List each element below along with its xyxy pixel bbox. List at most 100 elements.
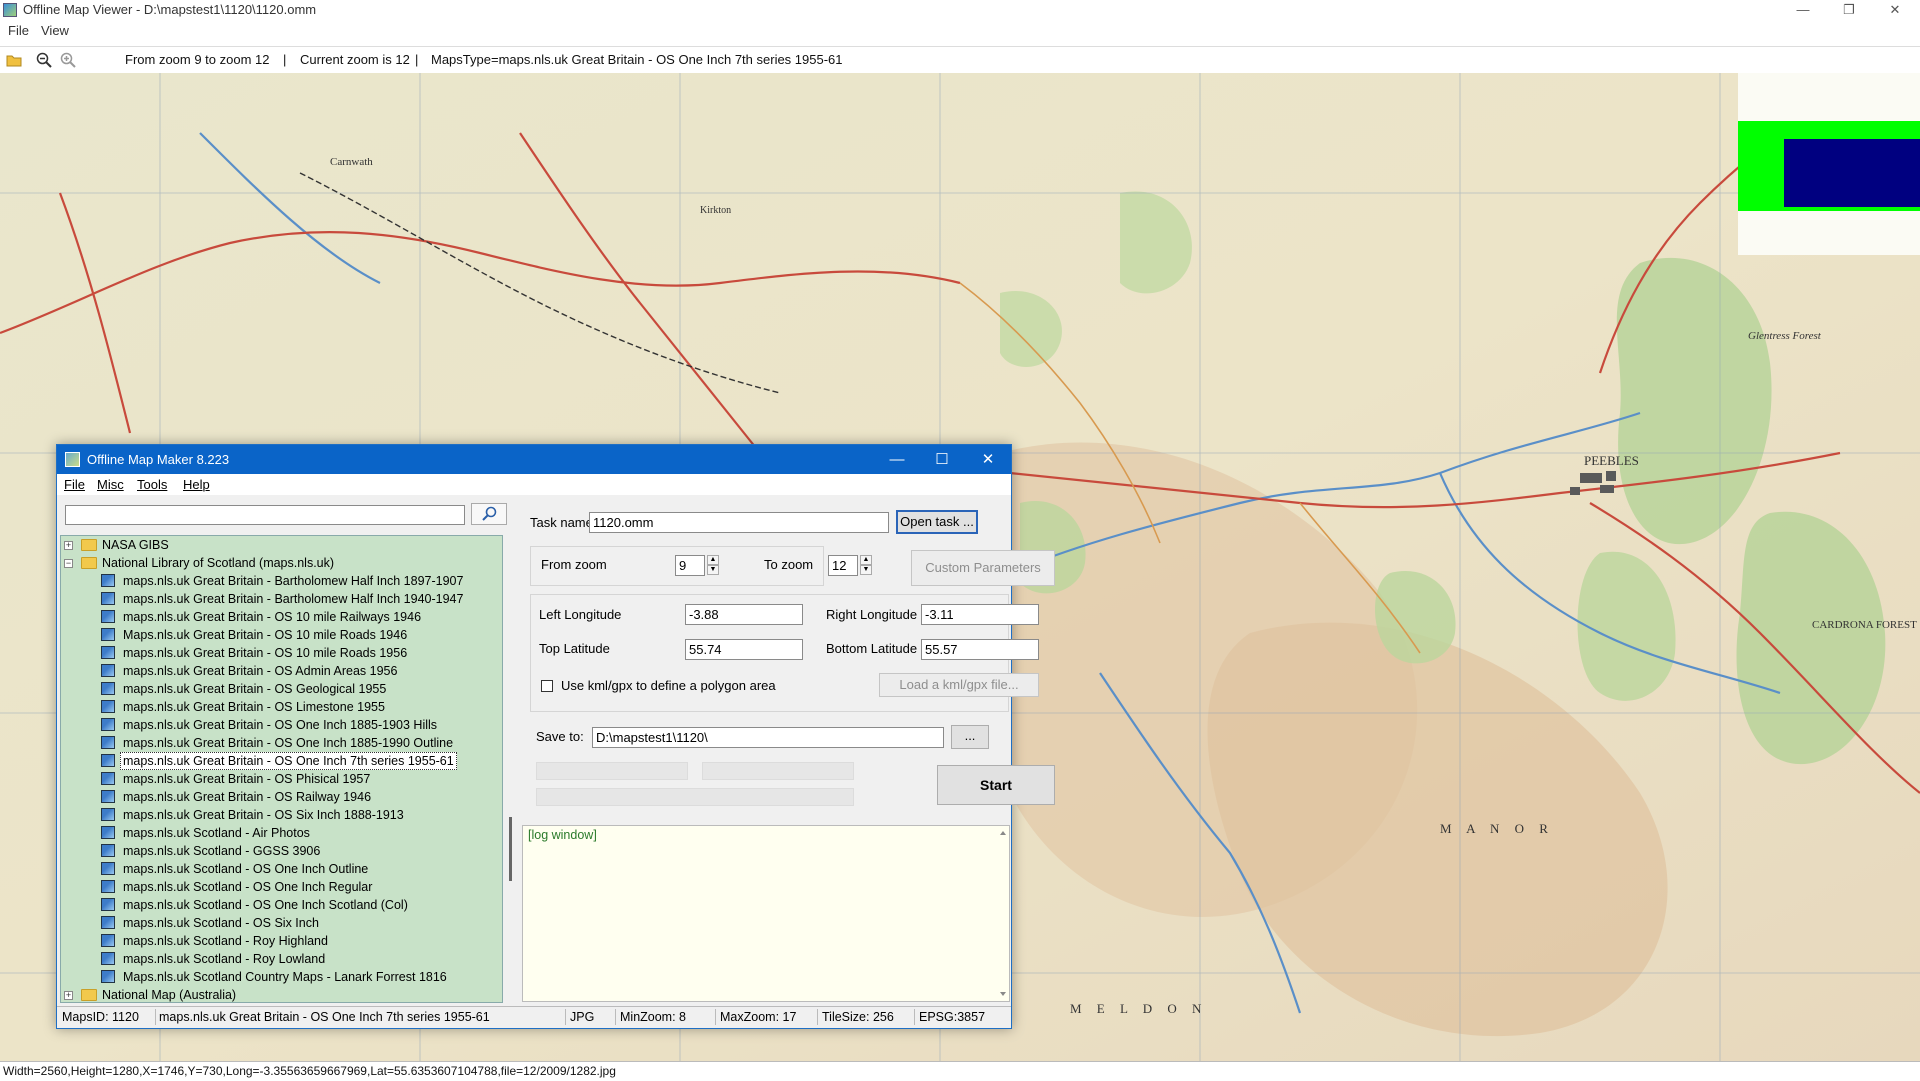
collapse-icon[interactable]: − xyxy=(64,559,73,568)
tree-group-national-map-australia[interactable]: + National Map (Australia) xyxy=(61,986,501,1002)
top-latitude-input[interactable]: 55.74 xyxy=(685,639,803,660)
tree-item[interactable]: Maps.nls.uk Scotland Country Maps - Lana… xyxy=(61,968,501,986)
browse-button[interactable]: ... xyxy=(951,725,989,749)
load-kml-button[interactable]: Load a kml/gpx file... xyxy=(879,673,1039,697)
log-window[interactable]: [log window] xyxy=(522,825,1010,1002)
dialog-menu-help[interactable]: Help xyxy=(183,474,210,495)
dialog-close-button[interactable]: ✕ xyxy=(966,445,1010,474)
tree-item[interactable]: maps.nls.uk Great Britain - OS One Inch … xyxy=(61,734,501,752)
task-name-input[interactable]: 1120.omm xyxy=(589,512,889,533)
dialog-menu-tools[interactable]: Tools xyxy=(137,474,167,495)
log-scrollbar[interactable] xyxy=(997,826,1009,1001)
tree-item[interactable]: maps.nls.uk Great Britain - Bartholomew … xyxy=(61,590,501,608)
task-name-label: Task name xyxy=(530,515,593,530)
tree-item[interactable]: maps.nls.uk Scotland - OS Six Inch xyxy=(61,914,501,932)
tree-item[interactable]: maps.nls.uk Scotland - Roy Highland xyxy=(61,932,501,950)
open-folder-icon xyxy=(81,557,97,569)
from-zoom-label: From zoom xyxy=(541,557,607,572)
tree-item-label: maps.nls.uk Great Britain - OS Railway 1… xyxy=(123,790,372,804)
tree-item[interactable]: maps.nls.uk Scotland - OS One Inch Regul… xyxy=(61,878,501,896)
to-zoom-input[interactable]: 12 xyxy=(828,555,858,576)
dialog-minimize-button[interactable]: — xyxy=(875,445,919,474)
tree-item[interactable]: maps.nls.uk Great Britain - OS Geologica… xyxy=(61,680,501,698)
tree-item[interactable]: maps.nls.uk Great Britain - OS Phisical … xyxy=(61,770,501,788)
to-zoom-label: To zoom xyxy=(764,557,814,572)
menu-view[interactable]: View xyxy=(41,20,69,42)
start-button[interactable]: Start xyxy=(937,765,1055,805)
map-source-icon xyxy=(101,610,115,623)
toolbar-separator: | xyxy=(415,52,419,67)
map-source-icon xyxy=(101,628,115,641)
map-search-input[interactable] xyxy=(65,505,465,525)
map-source-icon xyxy=(101,700,115,713)
tree-group-nls[interactable]: − National Library of Scotland (maps.nls… xyxy=(61,554,501,572)
status-bar: Width=2560,Height=1280,X=1746,Y=730,Long… xyxy=(0,1061,1920,1081)
tree-item[interactable]: maps.nls.uk Great Britain - OS Railway 1… xyxy=(61,788,501,806)
tree-item[interactable]: maps.nls.uk Scotland - Roy Lowland xyxy=(61,950,501,968)
tree-item[interactable]: maps.nls.uk Great Britain - Bartholomew … xyxy=(61,572,501,590)
tree-item[interactable]: maps.nls.uk Great Britain - OS Admin Are… xyxy=(61,662,501,680)
tree-item[interactable]: maps.nls.uk Scotland - GGSS 3906 xyxy=(61,842,501,860)
save-to-label: Save to: xyxy=(536,729,584,744)
use-kml-checkbox[interactable] xyxy=(541,680,553,692)
expand-icon[interactable]: + xyxy=(64,541,73,550)
map-source-icon xyxy=(101,682,115,695)
from-zoom-spinner[interactable]: ▲ ▼ xyxy=(707,555,719,576)
tree-item-label: maps.nls.uk Great Britain - OS Six Inch … xyxy=(123,808,404,822)
status-separator xyxy=(715,1009,716,1025)
tree-item[interactable]: maps.nls.uk Great Britain - OS 10 mile R… xyxy=(61,644,501,662)
dialog-menu-file[interactable]: File xyxy=(64,474,85,495)
tree-item-label: maps.nls.uk Great Britain - OS 10 mile R… xyxy=(123,646,408,660)
map-source-icon xyxy=(101,808,115,821)
dialog-maximize-button[interactable]: ☐ xyxy=(920,445,964,474)
toolbar: From zoom 9 to zoom 12 | Current zoom is… xyxy=(0,46,1920,74)
use-kml-label: Use kml/gpx to define a polygon area xyxy=(561,678,776,693)
tree-item[interactable]: maps.nls.uk Scotland - OS One Inch Outli… xyxy=(61,860,501,878)
search-button[interactable] xyxy=(471,503,507,525)
top-latitude-label: Top Latitude xyxy=(539,641,610,656)
dialog-menu-misc[interactable]: Misc xyxy=(97,474,124,495)
tree-item[interactable]: maps.nls.uk Scotland - Air Photos xyxy=(61,824,501,842)
from-zoom-input[interactable]: 9 xyxy=(675,555,705,576)
close-button[interactable]: ✕ xyxy=(1878,0,1912,20)
scrollbar-thumb[interactable] xyxy=(509,817,512,881)
map-source-icon xyxy=(101,664,115,677)
tree-item-label: maps.nls.uk Scotland - GGSS 3906 xyxy=(123,844,321,858)
tree-group-nasa-gibs[interactable]: + NASA GIBS xyxy=(61,536,501,554)
minimize-button[interactable]: — xyxy=(1786,0,1820,20)
menu-file[interactable]: File xyxy=(8,20,29,42)
dialog-status-bar: MapsID: 1120 maps.nls.uk Great Britain -… xyxy=(57,1006,1011,1028)
tree-item[interactable]: maps.nls.uk Great Britain - OS One Inch … xyxy=(61,716,501,734)
dialog-titlebar[interactable]: Offline Map Maker 8.223 — ☐ ✕ xyxy=(57,445,1011,474)
right-longitude-input[interactable]: -3.11 xyxy=(921,604,1039,625)
tree-item-label: maps.nls.uk Great Britain - Bartholomew … xyxy=(123,592,464,606)
open-folder-icon[interactable] xyxy=(6,52,22,68)
custom-parameters-button[interactable]: Custom Parameters xyxy=(911,550,1055,586)
to-zoom-spinner[interactable]: ▲ ▼ xyxy=(860,555,872,576)
status-tile-size: TileSize: 256 xyxy=(822,1010,894,1024)
tree-item-label: maps.nls.uk Great Britain - OS 10 mile R… xyxy=(123,610,422,624)
status-separator xyxy=(565,1009,566,1025)
status-separator xyxy=(914,1009,915,1025)
left-longitude-input[interactable]: -3.88 xyxy=(685,604,803,625)
maximize-button[interactable]: ❐ xyxy=(1832,0,1866,20)
map-label-peebles: PEEBLES xyxy=(1584,453,1639,468)
tree-item[interactable]: maps.nls.uk Scotland - OS One Inch Scotl… xyxy=(61,896,501,914)
tree-item-label: maps.nls.uk Great Britain - OS One Inch … xyxy=(123,736,454,750)
tree-item[interactable]: maps.nls.uk Great Britain - OS 10 mile R… xyxy=(61,608,501,626)
expand-icon[interactable]: + xyxy=(64,991,73,1000)
open-task-button[interactable]: Open task ... xyxy=(896,510,978,534)
tree-item[interactable]: maps.nls.uk Great Britain - OS Limestone… xyxy=(61,698,501,716)
current-zoom-text: Current zoom is 12 xyxy=(300,52,410,67)
tree-item[interactable]: maps.nls.uk Great Britain - OS Six Inch … xyxy=(61,806,501,824)
status-max-zoom: MaxZoom: 17 xyxy=(720,1010,797,1024)
zoom-in-icon[interactable] xyxy=(60,52,76,68)
tree-item[interactable]: maps.nls.uk Great Britain - OS One Inch … xyxy=(61,752,501,770)
bottom-latitude-input[interactable]: 55.57 xyxy=(921,639,1039,660)
zoom-out-icon[interactable] xyxy=(36,52,52,68)
tree-item[interactable]: Maps.nls.uk Great Britain - OS 10 mile R… xyxy=(61,626,501,644)
save-to-input[interactable]: D:\mapstest1\1120\ xyxy=(592,727,944,748)
tree-scrollbar[interactable] xyxy=(507,535,515,1003)
tree-item-label: maps.nls.uk Great Britain - Bartholomew … xyxy=(123,574,464,588)
maps-tree[interactable]: + NASA GIBS − National Library of Scotla… xyxy=(60,535,503,1003)
